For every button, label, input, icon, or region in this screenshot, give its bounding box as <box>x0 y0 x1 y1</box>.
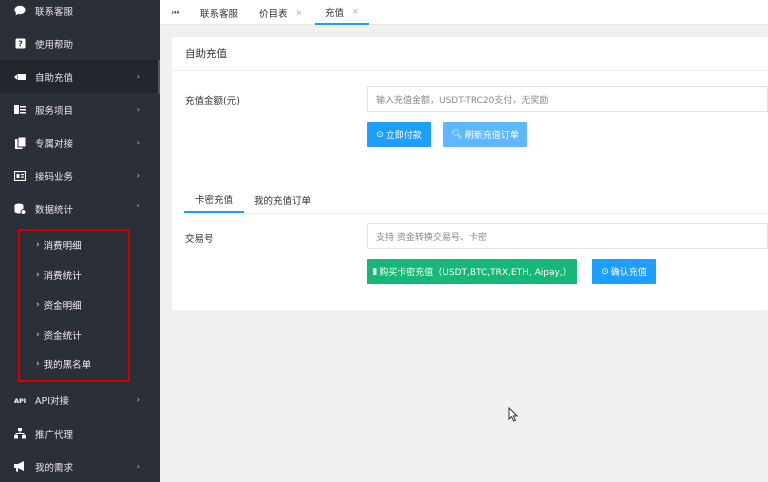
sidebar-item-recharge[interactable]: 自助充值 › <box>0 60 160 93</box>
sidebar-item-label: 服务项目 <box>35 105 74 117</box>
transaction-label: 交易号 <box>185 234 214 245</box>
sidebar-item-statistics[interactable]: 数据统计 ˅ <box>0 192 160 225</box>
confirm-recharge-button[interactable]: ⊙ 确认充值 <box>592 259 656 284</box>
megaphone-icon <box>14 461 26 473</box>
chevron-right-icon: › <box>136 171 140 180</box>
sidebar-item-api[interactable]: API API对接 › <box>0 383 160 416</box>
sidebar-item-label: 我的需求 <box>35 462 74 474</box>
sms-icon <box>14 170 26 182</box>
transaction-input[interactable]: 支持 资金转换交易号、卡密 <box>367 223 768 249</box>
panel-title: 自助充值 <box>172 37 768 71</box>
sidebar-item-label: 专属对接 <box>35 138 74 150</box>
sidebar-item-label: 推广代理 <box>35 429 74 441</box>
sidebar-item-sms[interactable]: 接码业务 › <box>0 159 160 192</box>
help-icon: ? <box>14 38 26 50</box>
amount-label: 充值金额(元) <box>185 96 240 107</box>
refresh-orders-button[interactable]: 🔍︎ 刷新充值订单 <box>443 122 527 147</box>
sidebar-item-dedicated[interactable]: 专属对接 › <box>0 126 160 159</box>
sidebar-item-label: 自助充值 <box>35 72 74 84</box>
tab-nav-first-icon[interactable]: ⏮ <box>172 0 179 25</box>
api-icon: API <box>14 394 26 406</box>
sidebar-scrollbar[interactable] <box>158 60 160 94</box>
sidebar: 联系客服 ? 使用帮助 自助充值 › 服务项目 › 专属对接 › 接码业务 › <box>0 0 160 482</box>
chevron-right-icon: › <box>136 72 140 81</box>
sidebar-item-requests[interactable]: 我的需求 › <box>0 450 160 482</box>
close-icon[interactable]: × <box>352 7 359 16</box>
mouse-cursor-icon <box>508 406 519 425</box>
svg-text:API: API <box>14 397 26 404</box>
chat-icon <box>14 5 26 17</box>
subtab-divider <box>182 213 768 214</box>
chevron-right-icon: › <box>136 462 140 471</box>
sidebar-item-label: 接码业务 <box>35 171 74 183</box>
docs-icon <box>14 136 26 149</box>
pay-now-button[interactable]: ⊙ 立即付款 <box>367 122 431 147</box>
sidebar-item-label: 数据统计 <box>35 204 74 216</box>
recharge-panel: 自助充值 充值金额(元) 输入充值金额，USDT-TRC20支付，无奖励 ⊙ 立即… <box>172 37 768 310</box>
svg-text:?: ? <box>18 40 23 49</box>
sidebar-item-label: 使用帮助 <box>35 39 74 51</box>
chevron-right-icon: › <box>136 105 140 114</box>
sidebar-item-label: 联系客服 <box>35 6 74 18</box>
search-icon: 🔍︎ <box>451 129 463 140</box>
chevron-down-icon: ˅ <box>136 204 140 213</box>
tab-contact[interactable]: 联系客服 <box>200 0 238 25</box>
highlight-box <box>18 229 130 382</box>
chevron-right-icon: › <box>136 138 140 147</box>
sidebar-item-help[interactable]: ? 使用帮助 <box>0 27 160 60</box>
sidebar-item-contact[interactable]: 联系客服 <box>0 0 160 27</box>
sidebar-item-affiliate[interactable]: 推广代理 <box>0 417 160 450</box>
amount-input[interactable]: 输入充值金额，USDT-TRC20支付，无奖励 <box>367 86 768 112</box>
buy-card-button[interactable]: ▮ 购买卡密充值（USDT,BTC,TRX,ETH, Aipay,） <box>367 259 577 284</box>
subtab-card-recharge[interactable]: 卡密充值 <box>184 187 244 213</box>
subtab-my-orders[interactable]: 我的充值订单 <box>254 187 311 213</box>
chevron-right-icon: › <box>136 395 140 404</box>
tab-bar: ⏮ 联系客服 价目表 × 充值 × <box>160 0 768 25</box>
check-circle-icon: ⊙ <box>376 129 384 140</box>
shopping-bag-icon: ▮ <box>372 266 378 277</box>
services-icon <box>14 104 26 116</box>
close-icon[interactable]: × <box>296 8 303 17</box>
sidebar-item-services[interactable]: 服务项目 › <box>0 93 160 126</box>
database-icon <box>14 203 26 215</box>
tab-recharge[interactable]: 充值 × <box>315 0 369 25</box>
tab-price-list[interactable]: 价目表 × <box>259 0 302 25</box>
sidebar-item-label: API对接 <box>35 395 70 407</box>
sitemap-icon <box>14 428 26 440</box>
recharge-icon <box>14 71 26 83</box>
check-circle-icon: ⊙ <box>601 266 609 277</box>
